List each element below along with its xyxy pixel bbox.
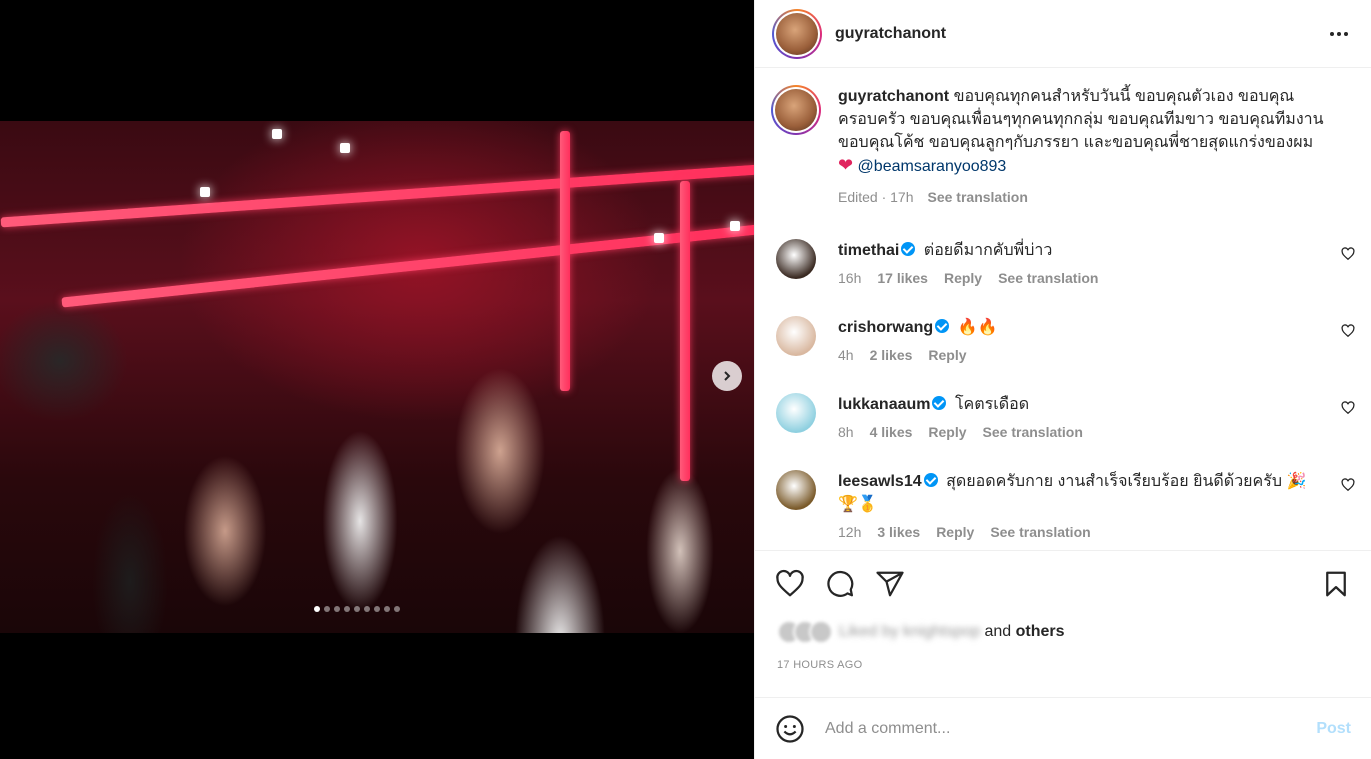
post-timestamp[interactable]: 17 HOURS AGO <box>777 659 863 671</box>
caption-avatar[interactable] <box>771 85 821 135</box>
comments-list[interactable]: guyratchanont ขอบคุณทุกคนสำหรับวันนี้ ขอ… <box>755 69 1371 550</box>
carousel-dot <box>314 606 320 612</box>
carousel-indicator <box>314 606 400 612</box>
comment-row: leesawls14 สุดยอดครับกาย งานสำเร็จเรียบร… <box>771 470 1355 540</box>
post-photo <box>0 121 754 633</box>
comment-input[interactable] <box>825 719 1317 738</box>
likes-others-link[interactable]: others <box>1016 623 1065 640</box>
heart-icon[interactable] <box>775 569 805 599</box>
verified-icon <box>901 242 916 256</box>
post-comment-button[interactable]: Post <box>1316 720 1351 738</box>
comment-time[interactable]: 12h <box>838 524 861 540</box>
comment-avatar[interactable] <box>776 470 816 510</box>
comment-likes[interactable]: 2 likes <box>870 347 913 363</box>
author-username[interactable]: guyratchanont <box>835 25 946 43</box>
comment-row: lukkanaaum โคตรเดือด 8h 4 likes Reply Se… <box>771 393 1355 440</box>
emoji-icon[interactable] <box>775 714 805 744</box>
chevron-right-icon <box>724 371 731 381</box>
likes-summary[interactable]: Liked by knightspop and others <box>777 620 1065 644</box>
comment-see-translation[interactable]: See translation <box>998 270 1098 286</box>
comment-text: ต่อยดีมากคับพี่บ่าว <box>923 242 1053 259</box>
comment-reply[interactable]: Reply <box>936 524 974 540</box>
comment-text: 🔥🔥 <box>957 319 998 336</box>
carousel-dot <box>364 606 370 612</box>
carousel-dot <box>384 606 390 612</box>
post-header: guyratchanont <box>755 0 1371 68</box>
comment-heart-icon[interactable] <box>1341 324 1355 338</box>
verified-icon <box>923 473 938 487</box>
more-icon[interactable] <box>1324 26 1354 42</box>
carousel-next-button[interactable] <box>712 361 742 391</box>
comment-avatar[interactable] <box>776 316 816 356</box>
comment-see-translation[interactable]: See translation <box>990 524 1090 540</box>
comment-likes[interactable]: 4 likes <box>870 424 913 440</box>
comment-username[interactable]: timethai <box>838 242 899 259</box>
comment-username[interactable]: lukkanaaum <box>838 396 930 413</box>
comment-heart-icon[interactable] <box>1341 247 1355 261</box>
comment-reply[interactable]: Reply <box>928 424 966 440</box>
verified-icon <box>935 319 950 333</box>
add-comment-bar: Post <box>755 697 1371 759</box>
comment-row: crishorwang 🔥🔥 4h 2 likes Reply <box>771 316 1355 363</box>
post-media[interactable] <box>0 0 754 759</box>
comment-likes[interactable]: 17 likes <box>877 270 928 286</box>
verified-icon <box>932 396 947 410</box>
share-icon[interactable] <box>875 569 905 599</box>
comment-likes[interactable]: 3 likes <box>877 524 920 540</box>
post-side-panel: guyratchanont guyratchanont ขอบคุณทุกคนส… <box>754 0 1371 759</box>
carousel-dot <box>334 606 340 612</box>
post-actions <box>755 550 1371 616</box>
post-caption: guyratchanont ขอบคุณทุกคนสำหรับวันนี้ ขอ… <box>771 69 1355 209</box>
comment-reply[interactable]: Reply <box>944 270 982 286</box>
likes-and-text: and <box>984 623 1012 640</box>
comment-username[interactable]: leesawls14 <box>838 473 922 490</box>
comment-avatar[interactable] <box>776 239 816 279</box>
carousel-dot <box>344 606 350 612</box>
caption-edited-time: Edited · 17h <box>838 189 914 205</box>
carousel-dot <box>354 606 360 612</box>
liked-by-blurred: Liked by knightspop <box>839 623 981 640</box>
caption-username[interactable]: guyratchanont <box>838 88 949 105</box>
caption-see-translation[interactable]: See translation <box>928 186 1028 209</box>
carousel-dot <box>324 606 330 612</box>
comment-heart-icon[interactable] <box>1341 401 1355 415</box>
comment-time[interactable]: 4h <box>838 347 854 363</box>
comment-heart-icon[interactable] <box>1341 478 1355 492</box>
author-avatar[interactable] <box>772 8 822 59</box>
comment-row: timethai ต่อยดีมากคับพี่บ่าว 16h 17 like… <box>771 239 1355 286</box>
liker-avatars <box>777 620 833 644</box>
carousel-dot <box>374 606 380 612</box>
comment-time[interactable]: 16h <box>838 270 861 286</box>
comment-username[interactable]: crishorwang <box>838 319 933 336</box>
comment-reply[interactable]: Reply <box>928 347 966 363</box>
heart-emoji: ❤ <box>838 155 854 175</box>
comment-icon[interactable] <box>825 569 855 599</box>
bookmark-icon[interactable] <box>1321 569 1351 599</box>
caption-mention[interactable]: @beamsaranyoo893 <box>858 158 1007 175</box>
carousel-dot <box>394 606 400 612</box>
comment-avatar[interactable] <box>776 393 816 433</box>
comment-time[interactable]: 8h <box>838 424 854 440</box>
comment-text: โคตรเดือด <box>954 396 1030 413</box>
comment-see-translation[interactable]: See translation <box>983 424 1083 440</box>
